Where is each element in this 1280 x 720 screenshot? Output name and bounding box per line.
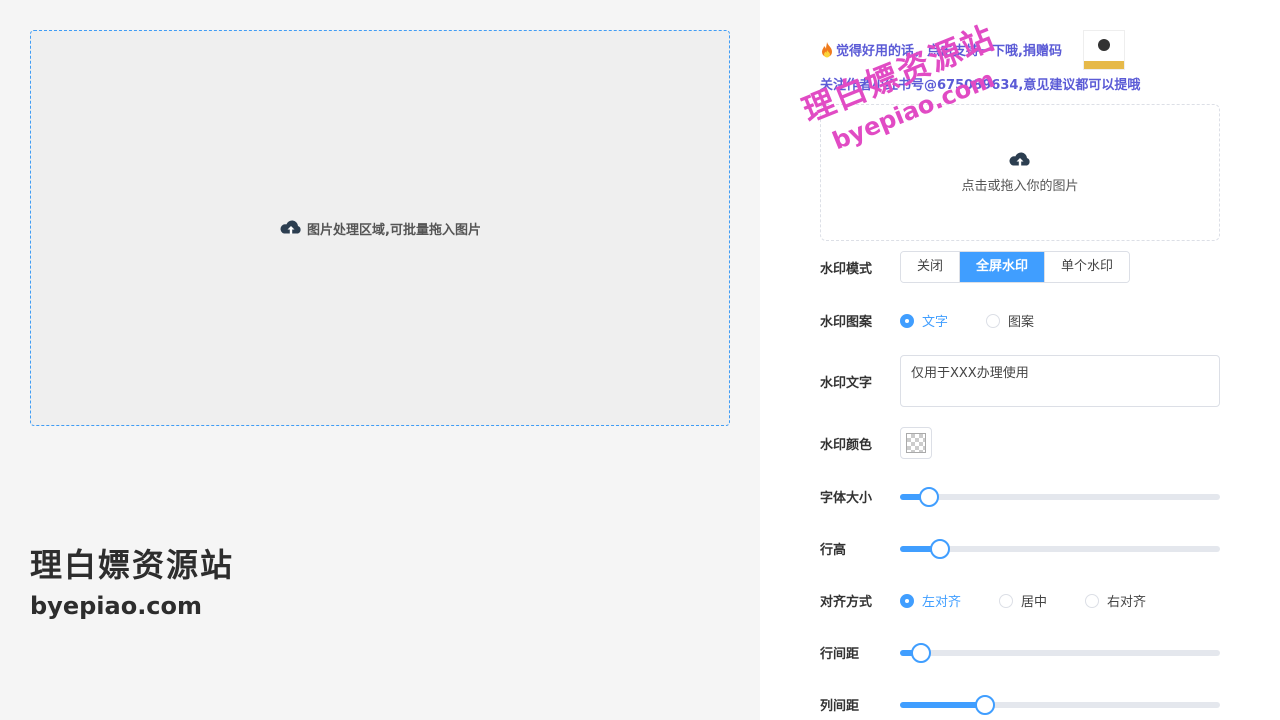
- cloud-upload-icon: [280, 220, 301, 234]
- brand-en: byepiao.com: [30, 592, 203, 620]
- donate-link[interactable]: 觉得好用的话，点击支持一下哦,捐赠码: [836, 40, 1062, 59]
- line-height-slider[interactable]: [900, 538, 1220, 559]
- row-watermark-pattern: 水印图案 文字 图案: [820, 311, 1072, 330]
- brand-cn: 理白嫖资源站: [30, 546, 235, 584]
- label-column-gap: 列间距: [820, 699, 860, 714]
- row-watermark-color: 水印颜色: [820, 427, 932, 459]
- color-picker[interactable]: [900, 427, 932, 459]
- label-watermark-color: 水印颜色: [820, 437, 873, 453]
- watermark-text-input[interactable]: [900, 355, 1220, 407]
- fire-icon: [822, 41, 832, 57]
- label-watermark-mode: 水印模式: [820, 261, 873, 277]
- align-right-radio[interactable]: 右对齐: [1085, 591, 1146, 610]
- mode-fullscreen-button[interactable]: 全屏水印: [960, 252, 1046, 282]
- font-size-slider[interactable]: [900, 486, 1220, 507]
- row-row-gap: 行间距: [820, 642, 1220, 663]
- settings-panel: 觉得好用的话，点击支持一下哦,捐赠码 关注作者小红书号@675089634,意见…: [760, 0, 1280, 720]
- column-gap-slider[interactable]: [900, 694, 1220, 715]
- mode-button-group: 关闭 全屏水印 单个水印: [900, 251, 1131, 283]
- label-alignment: 对齐方式: [820, 595, 873, 610]
- author-info: 关注作者小红书号@675089634,意见建议都可以提哦: [820, 78, 1141, 93]
- upload-watermark-image[interactable]: 点击或拖入你的图片: [820, 104, 1220, 241]
- label-watermark-text: 水印文字: [820, 375, 873, 391]
- slider-thumb[interactable]: [910, 642, 931, 663]
- preview-panel: 图片处理区域,可批量拖入图片 理白嫖资源站 byepiao.com: [0, 0, 760, 720]
- row-watermark-mode: 水印模式 关闭 全屏水印 单个水印: [820, 251, 1131, 283]
- pattern-text-radio[interactable]: 文字: [900, 311, 948, 330]
- align-left-radio[interactable]: 左对齐: [900, 591, 961, 610]
- slider-thumb[interactable]: [918, 486, 939, 507]
- label-row-gap: 行间距: [820, 647, 860, 662]
- label-line-height: 行高: [820, 543, 847, 558]
- mode-off-button[interactable]: 关闭: [901, 252, 961, 282]
- image-drop-area[interactable]: 图片处理区域,可批量拖入图片: [30, 30, 730, 426]
- row-alignment: 对齐方式 左对齐 居中 右对齐: [820, 591, 1184, 610]
- mode-single-button[interactable]: 单个水印: [1045, 252, 1130, 282]
- row-watermark-text: 水印文字: [820, 355, 1220, 407]
- label-font-size: 字体大小: [820, 491, 873, 506]
- donate-qr-code[interactable]: [1083, 30, 1125, 70]
- brand-watermark: 理白嫖资源站 byepiao.com: [30, 540, 234, 620]
- row-column-gap: 列间距: [820, 694, 1220, 715]
- upload-text: 点击或拖入你的图片: [961, 179, 1079, 194]
- row-line-height: 行高: [820, 538, 1220, 559]
- pattern-image-radio[interactable]: 图案: [986, 311, 1034, 330]
- promo-text: 觉得好用的话，点击支持一下哦,捐赠码 关注作者小红书号@675089634,意见…: [820, 40, 1140, 93]
- cloud-upload-icon: [1009, 152, 1030, 166]
- drop-area-text: 图片处理区域,可批量拖入图片: [307, 222, 481, 238]
- row-gap-slider[interactable]: [900, 642, 1220, 663]
- row-font-size: 字体大小: [820, 486, 1220, 507]
- slider-thumb[interactable]: [930, 538, 950, 559]
- label-watermark-pattern: 水印图案: [820, 315, 873, 330]
- slider-thumb[interactable]: [974, 694, 995, 715]
- align-center-radio[interactable]: 居中: [999, 591, 1047, 610]
